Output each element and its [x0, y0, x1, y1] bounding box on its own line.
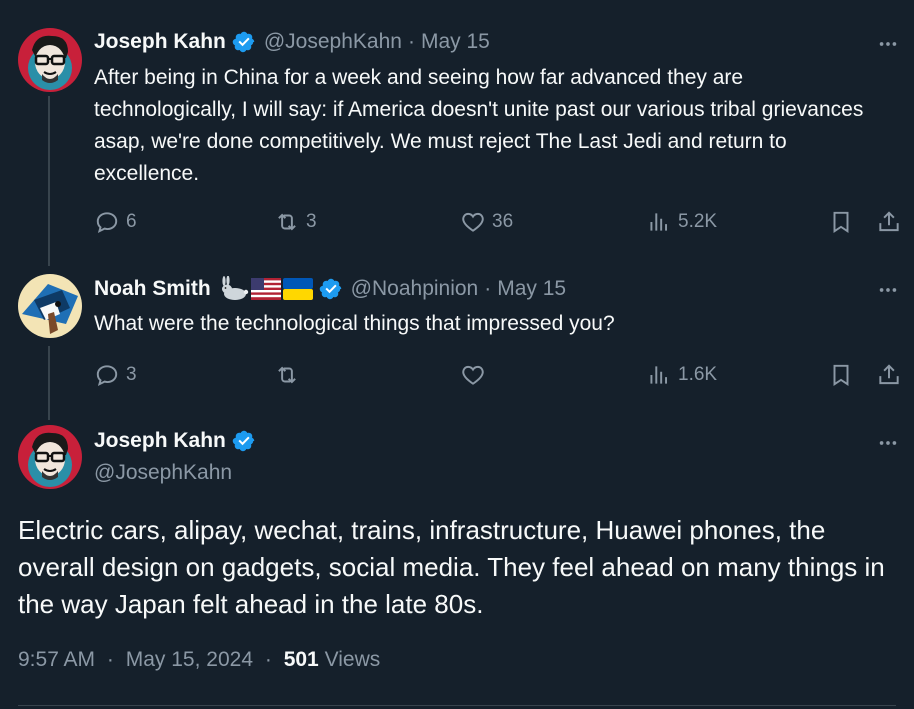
retweet-icon [278, 366, 296, 384]
like-count: 36 [492, 211, 514, 232]
separator: · [106, 648, 114, 671]
views-label: Views [324, 648, 381, 671]
more-options-icon[interactable] [874, 30, 902, 58]
views-count: 1.6K [678, 364, 718, 385]
author-name[interactable]: Noah Smith [94, 277, 211, 301]
retweet-icon [278, 213, 296, 231]
tweet-date[interactable]: May 15 [421, 30, 490, 54]
author-handle[interactable]: @Noahpinion [351, 277, 479, 301]
tweet-subheader: @JosephKahn [94, 461, 232, 485]
tweet-actions: 6 3 36 5.2K [94, 207, 906, 237]
reply-count: 6 [126, 211, 137, 232]
analytics-icon [650, 366, 668, 384]
tweet-1[interactable]: Joseph Kahn @JosephKahn · May 15 After b… [0, 0, 914, 260]
avatar[interactable] [18, 28, 82, 92]
tweet-text: After being in China for a week and seei… [94, 66, 864, 185]
ukraine-flag-icon [282, 278, 313, 300]
retweet-count: 3 [306, 211, 317, 232]
tweet-header: Noah Smith @Noahpinion · May 15 [94, 276, 566, 302]
retweet-button[interactable]: 3 [274, 207, 317, 237]
more-options-icon[interactable] [874, 429, 902, 457]
avatar[interactable] [18, 274, 82, 338]
more-options-icon[interactable] [874, 276, 902, 304]
views-count[interactable]: 501 [284, 648, 319, 671]
reply-icon [96, 365, 118, 387]
bookmark-button[interactable] [828, 360, 854, 390]
retweet-button[interactable] [274, 360, 300, 390]
like-button[interactable] [460, 360, 486, 390]
us-flag-icon [250, 278, 281, 300]
heart-icon [462, 365, 484, 385]
reply-button[interactable]: 3 [94, 360, 137, 390]
share-icon [879, 211, 899, 232]
tweet-actions: 3 1.6K [94, 360, 906, 390]
reply-count: 3 [126, 364, 137, 385]
views-button[interactable]: 1.6K [646, 360, 717, 390]
separator: · [407, 30, 415, 53]
views-count: 5.2K [678, 211, 718, 232]
verified-badge-icon [232, 429, 256, 453]
author-handle[interactable]: @JosephKahn [264, 30, 402, 54]
author-handle[interactable]: @JosephKahn [94, 461, 232, 485]
tweet-text: Electric cars, alipay, wechat, trains, i… [18, 515, 885, 619]
views-button[interactable]: 5.2K [646, 207, 717, 237]
share-button[interactable] [876, 360, 902, 390]
heart-icon [462, 212, 484, 232]
reply-icon [96, 212, 118, 234]
separator: · [484, 277, 492, 300]
bookmark-icon [833, 364, 849, 387]
verified-badge-icon [319, 277, 343, 301]
separator: · [264, 648, 272, 671]
verified-badge-icon [232, 30, 256, 54]
tweet-time[interactable]: 9:57 AM [18, 648, 95, 671]
bookmark-icon [833, 211, 849, 234]
tweet-header: Joseph Kahn [94, 429, 264, 453]
avatar[interactable] [18, 425, 82, 489]
divider [18, 705, 896, 706]
tweet-2[interactable]: Noah Smith @Noahpinion · May 15 What wer… [0, 260, 914, 415]
tweet-header: Joseph Kahn @JosephKahn · May 15 [94, 30, 490, 54]
tweet-meta: 9:57 AM · May 15, 2024 · 501 Views [18, 648, 380, 672]
share-icon [879, 364, 899, 385]
author-name[interactable]: Joseph Kahn [94, 30, 226, 54]
reply-button[interactable]: 6 [94, 207, 137, 237]
tweet-date[interactable]: May 15 [497, 277, 566, 301]
tweet-text: What were the technological things that … [94, 312, 615, 335]
analytics-icon [650, 213, 668, 231]
like-button[interactable]: 36 [460, 207, 513, 237]
share-button[interactable] [876, 207, 902, 237]
name-emojis [219, 276, 313, 302]
author-name[interactable]: Joseph Kahn [94, 429, 226, 453]
bookmark-button[interactable] [828, 207, 854, 237]
tweet-full-date[interactable]: May 15, 2024 [126, 648, 253, 671]
rabbit-icon [221, 276, 248, 300]
